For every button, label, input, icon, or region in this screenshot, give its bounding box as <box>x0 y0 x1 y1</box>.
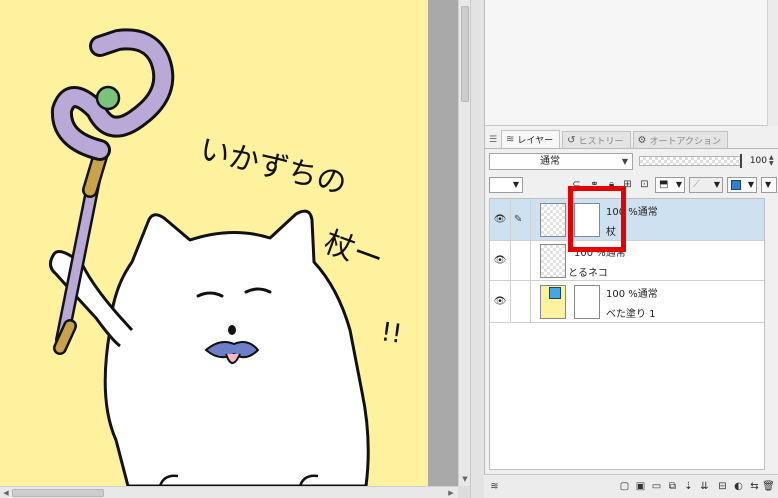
tab-history[interactable]: ↺ ヒストリー <box>562 131 631 148</box>
tab-auto-action[interactable]: ⚙ オートアクション <box>632 131 729 148</box>
lock-transparency-icon[interactable]: ⊞ <box>620 177 635 193</box>
cat-nose <box>228 325 236 335</box>
new-vector-layer-icon[interactable]: ▣ <box>634 480 647 493</box>
blend-mode-select[interactable]: 通常 ▼ <box>489 153 633 170</box>
lock-transparent-pixels-icon[interactable]: ⊡ <box>637 177 652 193</box>
convert-icon[interactable]: ⇆ <box>748 480 761 493</box>
layer-color-dropdown[interactable]: ▼ <box>489 177 523 193</box>
layer-property-row: 通常 ▼ 100 ▲ ▼ <box>489 153 777 171</box>
opacity-slider[interactable] <box>639 154 742 168</box>
panel-divider[interactable] <box>470 0 484 498</box>
right-panel: ☰ ≋ レイヤー ↺ ヒストリー ⚙ オートアクション 通常 ▼ 100 ▲ ▼ ▼ ⊂… <box>484 0 778 498</box>
ruler-icon: ⟋ <box>693 179 700 190</box>
layer-bottom-toolbar: ≋ ▢ ▣ ▭ ⧉ ⇣ ⇊ ⊟ ◐ ⇆ 🗑︎ <box>484 474 778 498</box>
canvas-vertical-scrollbar[interactable]: ▼ <box>458 0 470 486</box>
fill-layer-icon <box>549 287 561 299</box>
opacity-slider-handle[interactable] <box>740 154 742 168</box>
chevron-down-icon: ▼ <box>512 180 519 189</box>
staff-orb <box>95 85 121 111</box>
illustration: いかずちの 杖ー !! <box>49 28 404 486</box>
layer-thumbnail <box>540 203 566 237</box>
layer-thumbnail <box>540 244 566 278</box>
paper[interactable]: いかずちの 杖ー !! <box>0 0 428 486</box>
layer-stack-icon: ≋ <box>506 134 515 145</box>
app-window: いかずちの 杖ー !! ▼ ◀ ▶ ☰ ≋ レイヤー ↺ ヒストリー ⚙ オートアクシ… <box>0 0 778 498</box>
reference-layer-icon[interactable]: ⚭ <box>587 177 602 193</box>
eye-icon[interactable]: 👁︎ <box>493 213 507 227</box>
layer-column-divider <box>510 281 511 322</box>
merge-down-icon[interactable]: ⇊ <box>698 480 711 493</box>
layer-opacity-blend: 100 %通常 <box>606 289 658 300</box>
layer-column-divider <box>510 241 511 280</box>
ruler-dropdown[interactable]: ⟋ ▼ <box>689 177 723 193</box>
drawing-text-line1: いかずちの <box>196 132 350 202</box>
layer-column-divider <box>530 199 531 240</box>
scroll-right-icon[interactable]: ▶ <box>446 488 456 498</box>
layer-thumbnail <box>540 285 566 319</box>
new-folder-icon[interactable]: ▭ <box>650 480 663 493</box>
layer-list[interactable]: 👁︎ ✎ 100 %通常 杖 👁︎ 100 %通常 とるネコ 👁︎ 100 %通… <box>489 198 765 470</box>
layer-panel-menu-dropdown[interactable]: ▼ <box>761 177 777 193</box>
canvas-horizontal-scrollbar[interactable]: ◀ ▶ <box>0 486 458 498</box>
chevron-down-icon: ▼ <box>621 157 628 166</box>
color-swatch-icon <box>731 180 741 190</box>
chevron-down-icon: ▼ <box>747 180 754 189</box>
opacity-spinner[interactable]: ▲ ▼ <box>769 155 777 167</box>
canvas-area[interactable]: いかずちの 杖ー !! <box>0 0 458 486</box>
layer-palette-tabs: ☰ ≋ レイヤー ↺ ヒストリー ⚙ オートアクション <box>485 130 778 149</box>
layer-row[interactable]: 👁︎ ✎ 100 %通常 杖 <box>490 199 764 241</box>
layer-row[interactable]: 👁︎ 100 %通常 とるネコ <box>490 241 764 281</box>
eye-icon[interactable]: 👁︎ <box>493 254 507 268</box>
layer-color-mode-dropdown[interactable]: ▼ <box>727 177 757 193</box>
drawing-text-exclaim: !! <box>379 317 404 350</box>
tab-auto-action-label: オートアクション <box>649 136 722 147</box>
scroll-corner <box>458 486 470 498</box>
layer-mask-icon[interactable]: ⊟ <box>716 480 729 493</box>
trash-icon[interactable]: 🗑︎ <box>762 480 775 493</box>
layer-column-divider <box>510 199 511 240</box>
apply-mask-icon[interactable]: ◐ <box>732 480 745 493</box>
mask-dropdown[interactable]: ⬒ ▼ <box>655 177 685 193</box>
history-icon: ↺ <box>567 134 576 146</box>
layer-list-icon[interactable]: ≋ <box>488 480 501 493</box>
horizontal-scroll-thumb[interactable] <box>12 489 104 497</box>
vertical-scroll-thumb[interactable] <box>461 6 469 102</box>
scroll-left-icon[interactable]: ◀ <box>1 488 11 498</box>
blend-mode-value: 通常 <box>540 156 560 167</box>
pencil-icon[interactable]: ✎ <box>514 213 528 227</box>
layer-row[interactable]: 👁︎ 100 %通常 べた塗り 1 <box>490 281 764 323</box>
tab-history-label: ヒストリー <box>578 136 624 147</box>
layer-mask-thumbnail[interactable] <box>574 285 600 319</box>
copy-layer-icon[interactable]: ⧉ <box>666 480 679 493</box>
new-raster-layer-icon[interactable]: ▢ <box>618 480 631 493</box>
chevron-down-icon: ▼ <box>765 180 772 189</box>
tab-layer-label: レイヤー <box>517 136 554 146</box>
chevron-down-icon: ▼ <box>675 180 682 189</box>
tab-layer[interactable]: ≋ レイヤー <box>501 130 561 148</box>
eye-icon[interactable]: 👁︎ <box>493 295 507 309</box>
layer-opacity-blend: 100 %通常 <box>574 248 626 259</box>
layer-mask-thumbnail[interactable] <box>574 203 600 237</box>
upper-palette-scrollbar[interactable] <box>767 0 778 126</box>
clipping-icon[interactable]: ⊂ <box>569 177 584 193</box>
layer-name[interactable]: べた塗り 1 <box>606 305 656 320</box>
layer-tools-row: ▼ ⊂ ⚭ 🔒︎ ⊞ ⊡ ⬒ ▼ ⟋ ▼ ▼ ▼ <box>489 175 777 195</box>
chevron-down-icon: ▼ <box>713 180 720 189</box>
palette-menu-icon[interactable]: ☰ <box>485 132 501 148</box>
upper-palette-area <box>485 0 778 126</box>
lock-icon[interactable]: 🔒︎ <box>604 177 619 193</box>
mask-icon: ⬒ <box>659 179 669 190</box>
layer-column-divider <box>530 281 531 322</box>
transfer-down-icon[interactable]: ⇣ <box>682 480 695 493</box>
layer-column-divider <box>530 241 531 280</box>
scroll-down-icon[interactable]: ▼ <box>461 474 469 484</box>
layer-opacity-blend: 100 %通常 <box>606 207 658 218</box>
opacity-value[interactable]: 100 <box>747 154 767 168</box>
layer-name[interactable]: とるネコ <box>568 264 608 279</box>
auto-action-icon: ⚙ <box>637 134 647 146</box>
layer-name[interactable]: 杖 <box>606 223 616 238</box>
drawing-text-line2: 杖ー <box>319 225 387 278</box>
